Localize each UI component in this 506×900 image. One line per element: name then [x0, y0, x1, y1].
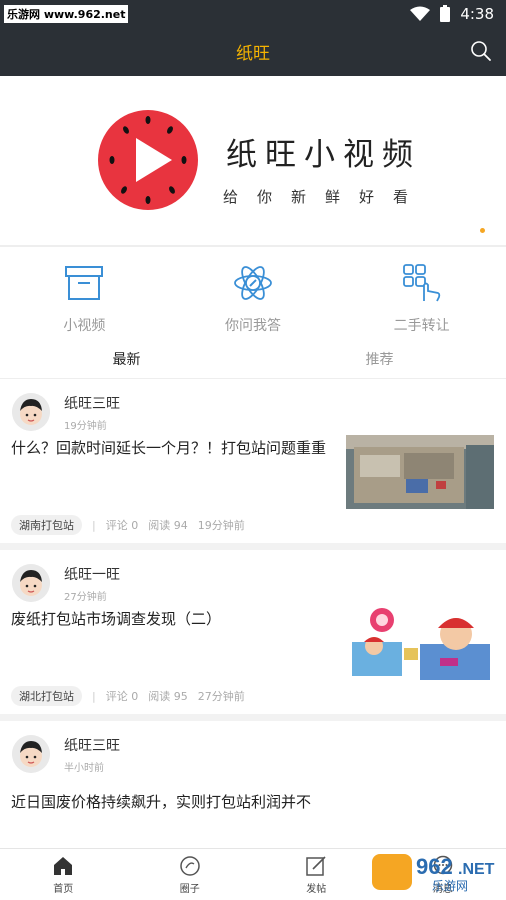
author-name[interactable]: 纸旺一旺	[64, 564, 120, 584]
avatar[interactable]	[12, 393, 50, 431]
tabbar-label: 首页	[53, 884, 74, 895]
meta-separator: |	[92, 689, 96, 703]
entry-label: 二手转让	[393, 318, 450, 334]
entry-short-video[interactable]: 小视频	[0, 247, 169, 341]
app-header: 纸旺	[0, 27, 506, 76]
tabbar-label: 发帖	[306, 884, 327, 895]
tabbar-post[interactable]: 发帖	[253, 849, 380, 900]
box-icon	[65, 266, 104, 300]
post-time: 19分钟前	[64, 420, 107, 432]
battery-icon	[440, 5, 451, 22]
post-thumbnail[interactable]	[346, 606, 494, 680]
quick-entries: 小视频 你问我答 二手转让	[0, 246, 506, 341]
author-name[interactable]: 纸旺三旺	[64, 393, 120, 413]
status-time: 4:38	[460, 4, 494, 23]
tabbar-circle[interactable]: 圈子	[127, 849, 254, 900]
list-item[interactable]: 纸旺三旺 半小时前 近日国废价格持续飙升，实则打包站利润并不	[0, 721, 506, 817]
post-timestamp: 27分钟前	[197, 690, 245, 703]
list-item[interactable]: 纸旺三旺 19分钟前 什么？回款时间延长一个月？！打包站问题重重 湖南打包站 |…	[0, 379, 506, 550]
tab-latest[interactable]: 最新	[0, 341, 253, 378]
post-title[interactable]: 近日国废价格持续飙升，实则打包站利润并不	[11, 791, 341, 813]
search-icon[interactable]	[470, 40, 492, 62]
circle-icon	[180, 856, 200, 876]
tabbar-label: 圈子	[179, 884, 200, 895]
entry-secondhand[interactable]: 二手转让	[337, 247, 506, 341]
tabbar-home[interactable]: 首页	[0, 849, 127, 900]
post-meta: 湖南打包站 | 评论 0 阅读 94 19分钟前	[11, 515, 245, 535]
read-count: 阅读 95	[148, 690, 188, 703]
svg-text:.NET: .NET	[458, 861, 495, 878]
edit-icon	[306, 856, 326, 876]
banner-title: 纸旺小视频	[226, 137, 421, 173]
meta-separator: |	[92, 518, 96, 532]
tag-badge[interactable]: 湖南打包站	[11, 515, 82, 535]
banner-slogan: 给你新鲜好看	[223, 188, 428, 206]
avatar[interactable]	[12, 735, 50, 773]
entry-label: 小视频	[63, 318, 106, 334]
post-timestamp: 19分钟前	[197, 519, 245, 532]
post-time: 27分钟前	[64, 591, 107, 603]
watermelon-play-icon	[98, 110, 198, 210]
post-time: 半小时前	[64, 762, 104, 774]
watermark-logo: 962 .NET 乐游网	[372, 854, 495, 893]
post-thumbnail[interactable]	[346, 435, 494, 509]
post-meta: 湖北打包站 | 评论 0 阅读 95 27分钟前	[11, 686, 245, 706]
avatar[interactable]	[12, 564, 50, 602]
home-icon	[54, 857, 73, 875]
feed-list: 纸旺三旺 19分钟前 什么？回款时间延长一个月？！打包站问题重重 湖南打包站 |…	[0, 379, 506, 817]
svg-text:962: 962	[416, 854, 453, 879]
author-name[interactable]: 纸旺三旺	[64, 735, 120, 755]
watermark-top: 乐游网 www.962.net	[4, 4, 129, 23]
entry-qa[interactable]: 你问我答	[169, 247, 338, 341]
wifi-icon	[410, 6, 431, 21]
comment-count: 评论 0	[105, 519, 139, 532]
page-title: 纸旺	[236, 44, 270, 64]
feed-tabs: 最新 推荐	[0, 341, 506, 379]
list-item[interactable]: 纸旺一旺 27分钟前 废纸打包站市场调查发现（二） 湖北打包站 | 评论 0 阅…	[0, 550, 506, 721]
post-title[interactable]: 什么？回款时间延长一个月？！打包站问题重重	[11, 437, 329, 459]
post-title[interactable]: 废纸打包站市场调查发现（二）	[11, 608, 329, 630]
status-indicators: 4:38	[410, 5, 494, 23]
tag-badge[interactable]: 湖北打包站	[11, 686, 82, 706]
read-count: 阅读 94	[148, 519, 188, 532]
comment-count: 评论 0	[105, 690, 139, 703]
tab-recommended[interactable]: 推荐	[253, 341, 506, 378]
entry-label: 你问我答	[225, 318, 281, 334]
carousel-indicator[interactable]	[480, 228, 485, 233]
grid-hand-icon	[402, 264, 440, 302]
atom-pen-icon	[234, 266, 272, 300]
status-bar: 乐游网 www.962.net 4:38	[0, 0, 506, 27]
banner-carousel[interactable]: 纸旺小视频 给你新鲜好看	[0, 76, 506, 246]
svg-text:乐游网: 乐游网	[432, 879, 468, 893]
